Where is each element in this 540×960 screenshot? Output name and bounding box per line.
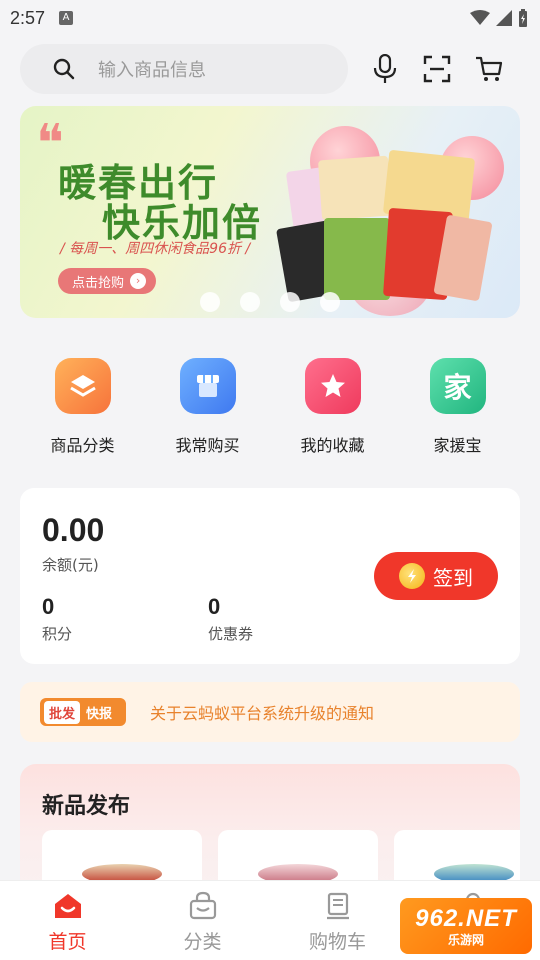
carousel-dot[interactable] (280, 292, 300, 312)
signin-label: 签到 (433, 565, 473, 590)
coin-icon (399, 563, 425, 589)
shortcut-frequent[interactable]: 我常购买 (145, 358, 270, 456)
banner-cta-label: 点击抢购 (72, 275, 125, 291)
snack-box-image (317, 155, 393, 221)
watermark-bottom: 乐游网 (447, 932, 484, 947)
balance-card: 0.00 余额(元) 0 积分 0 优惠券 签到 (20, 488, 520, 664)
status-icons (470, 9, 528, 27)
search-input[interactable]: 输入商品信息 (20, 44, 348, 94)
banner-cta-button[interactable]: 点击抢购 › (58, 268, 157, 294)
battery-icon (519, 9, 527, 27)
arrow-right-icon: › (130, 273, 147, 289)
home-icon (51, 889, 85, 923)
signin-button[interactable]: 签到 (374, 552, 498, 600)
carousel-dot[interactable] (320, 292, 340, 312)
new-products-title: 新品发布 (42, 794, 131, 819)
notice-badge-news: 快报 (86, 706, 113, 722)
search-row: 输入商品信息 (20, 44, 520, 94)
home-glyph: 家 (443, 371, 472, 404)
search-placeholder: 输入商品信息 (98, 60, 206, 81)
cart-icon[interactable] (474, 54, 504, 84)
shortcut-label: 我常购买 (175, 436, 240, 455)
notification-badge: A (59, 11, 74, 25)
nav-category[interactable]: 分类 (135, 881, 270, 960)
signal-icon (496, 10, 512, 26)
notice-bar[interactable]: 批发 快报 关于云蚂蚁平台系统升级的通知 (20, 682, 520, 742)
nav-cart[interactable]: 购物车 (270, 881, 405, 960)
category-icon (54, 358, 111, 414)
home-icon: 家 (429, 358, 486, 414)
points-value[interactable]: 0 (42, 594, 54, 620)
site-watermark: 962.NET 乐游网 (400, 898, 532, 954)
carousel-dot[interactable] (240, 292, 260, 312)
store-icon (179, 358, 236, 414)
shortcut-label: 家援宝 (433, 436, 482, 455)
wifi-icon (470, 10, 490, 25)
balance-amount[interactable]: 0.00 (42, 512, 104, 549)
coupon-value[interactable]: 0 (208, 594, 220, 620)
cart-icon (321, 889, 355, 923)
carousel-indicators (200, 292, 340, 312)
points-label: 积分 (42, 625, 73, 643)
carousel-dot[interactable] (200, 292, 220, 312)
bag-icon (186, 889, 220, 923)
nav-label: 分类 (183, 931, 222, 953)
top-icons (370, 54, 504, 84)
shortcut-grid: 商品分类 我常购买 我的收藏 家 家援宝 (20, 358, 520, 456)
microphone-icon[interactable] (370, 54, 400, 84)
shortcut-category[interactable]: 商品分类 (20, 358, 145, 456)
nav-home[interactable]: 首页 (0, 881, 135, 960)
search-icon (53, 58, 75, 80)
shortcut-jiayuanbao[interactable]: 家 家援宝 (395, 358, 520, 456)
balance-label: 余额(元) (42, 556, 99, 574)
status-bar: 2:57 A (0, 0, 540, 36)
notice-text: 关于云蚂蚁平台系统升级的通知 (150, 704, 375, 723)
coupon-label: 优惠券 (208, 625, 254, 643)
scan-icon[interactable] (422, 54, 452, 84)
nav-label: 首页 (48, 931, 87, 953)
promo-banner[interactable]: ❝ 暖春出行 快乐加倍 / 每周一、周四休闲食品96折 / 点击抢购 › (20, 106, 520, 318)
watermark-top: 962.NET (415, 904, 517, 932)
star-icon (304, 358, 361, 414)
shortcut-label: 商品分类 (50, 436, 115, 455)
banner-subtitle: / 每周一、周四休闲食品96折 / (60, 241, 251, 257)
snack-box-image (324, 218, 390, 300)
notice-badge-wholesale: 批发 (44, 700, 81, 724)
shortcut-favorites[interactable]: 我的收藏 (270, 358, 395, 456)
nav-label: 购物车 (308, 931, 366, 953)
shortcut-label: 我的收藏 (300, 436, 365, 455)
status-time: 2:57 (10, 7, 46, 28)
notice-badge: 批发 快报 (40, 698, 127, 726)
